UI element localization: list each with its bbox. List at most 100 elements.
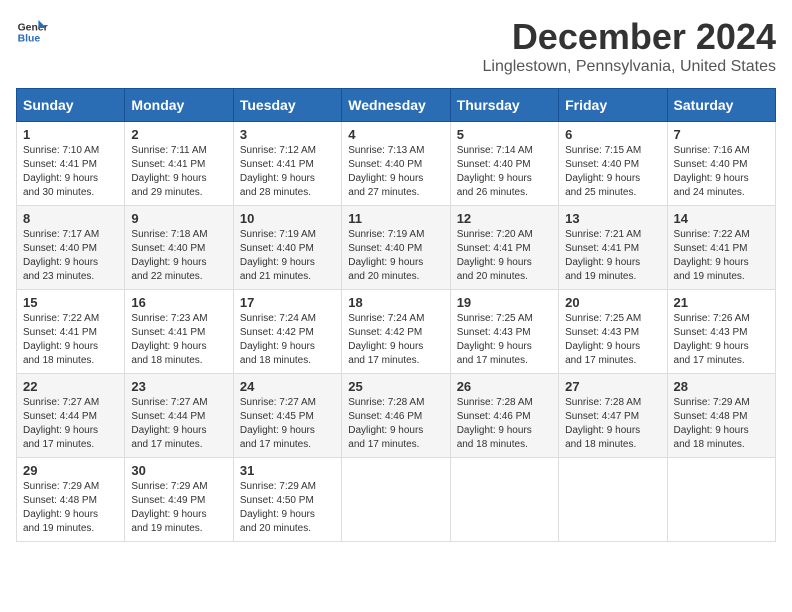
header-sunday: Sunday (17, 89, 125, 122)
day-info: Sunrise: 7:28 AMSunset: 4:46 PMDaylight:… (457, 396, 552, 452)
calendar-cell: 12 Sunrise: 7:20 AMSunset: 4:41 PMDayligh… (450, 206, 558, 290)
day-info: Sunrise: 7:24 AMSunset: 4:42 PMDaylight:… (348, 312, 443, 368)
day-info: Sunrise: 7:10 AMSunset: 4:41 PMDaylight:… (23, 144, 118, 200)
calendar-cell: 16 Sunrise: 7:23 AMSunset: 4:41 PMDayligh… (125, 290, 233, 374)
calendar-cell: 3Sunrise: 7:12 AMSunset: 4:41 PMDaylight… (233, 122, 341, 206)
day-info: Sunrise: 7:13 AMSunset: 4:40 PMDaylight:… (348, 144, 443, 200)
calendar-cell: 22 Sunrise: 7:27 AMSunset: 4:44 PMDayligh… (17, 374, 125, 458)
day-number: 25 (348, 379, 443, 394)
calendar-cell (450, 458, 558, 542)
day-info: Sunrise: 7:19 AMSunset: 4:40 PMDaylight:… (240, 228, 335, 284)
day-number: 9 (131, 211, 226, 226)
day-number: 19 (457, 295, 552, 310)
day-number: 31 (240, 463, 335, 478)
day-number: 3 (240, 127, 335, 142)
calendar-cell: 31 Sunrise: 7:29 AMSunset: 4:50 PMDayligh… (233, 458, 341, 542)
day-number: 4 (348, 127, 443, 142)
svg-text:Blue: Blue (18, 34, 41, 45)
day-number: 21 (674, 295, 769, 310)
day-number: 18 (348, 295, 443, 310)
day-number: 1 (23, 127, 118, 142)
day-number: 16 (131, 295, 226, 310)
day-info: Sunrise: 7:11 AMSunset: 4:41 PMDaylight:… (131, 144, 226, 200)
day-number: 28 (674, 379, 769, 394)
logo-icon: General Blue (16, 16, 48, 48)
day-info: Sunrise: 7:21 AMSunset: 4:41 PMDaylight:… (565, 228, 660, 284)
calendar-cell: 11 Sunrise: 7:19 AMSunset: 4:40 PMDayligh… (342, 206, 450, 290)
day-info: Sunrise: 7:28 AMSunset: 4:47 PMDaylight:… (565, 396, 660, 452)
page-header: General Blue December 2024 Linglestown, … (16, 16, 776, 76)
day-number: 10 (240, 211, 335, 226)
day-number: 13 (565, 211, 660, 226)
day-info: Sunrise: 7:25 AMSunset: 4:43 PMDaylight:… (457, 312, 552, 368)
day-number: 8 (23, 211, 118, 226)
calendar-cell: 25 Sunrise: 7:28 AMSunset: 4:46 PMDayligh… (342, 374, 450, 458)
day-number: 24 (240, 379, 335, 394)
day-info: Sunrise: 7:20 AMSunset: 4:41 PMDaylight:… (457, 228, 552, 284)
calendar-cell: 20 Sunrise: 7:25 AMSunset: 4:43 PMDayligh… (559, 290, 667, 374)
calendar-cell: 21 Sunrise: 7:26 AMSunset: 4:43 PMDayligh… (667, 290, 775, 374)
day-number: 17 (240, 295, 335, 310)
day-info: Sunrise: 7:27 AMSunset: 4:44 PMDaylight:… (23, 396, 118, 452)
day-number: 11 (348, 211, 443, 226)
day-info: Sunrise: 7:23 AMSunset: 4:41 PMDaylight:… (131, 312, 226, 368)
day-info: Sunrise: 7:19 AMSunset: 4:40 PMDaylight:… (348, 228, 443, 284)
title-section: December 2024 Linglestown, Pennsylvania,… (482, 16, 776, 76)
calendar-cell: 13 Sunrise: 7:21 AMSunset: 4:41 PMDayligh… (559, 206, 667, 290)
day-number: 6 (565, 127, 660, 142)
day-info: Sunrise: 7:26 AMSunset: 4:43 PMDaylight:… (674, 312, 769, 368)
calendar-cell (342, 458, 450, 542)
day-info: Sunrise: 7:22 AMSunset: 4:41 PMDaylight:… (674, 228, 769, 284)
calendar-cell: 17 Sunrise: 7:24 AMSunset: 4:42 PMDayligh… (233, 290, 341, 374)
day-number: 12 (457, 211, 552, 226)
logo: General Blue (16, 16, 48, 48)
day-number: 7 (674, 127, 769, 142)
day-number: 26 (457, 379, 552, 394)
month-title: December 2024 (482, 16, 776, 58)
calendar-cell: 29Sunrise: 7:29 AMSunset: 4:48 PMDayligh… (17, 458, 125, 542)
calendar-cell: 27 Sunrise: 7:28 AMSunset: 4:47 PMDayligh… (559, 374, 667, 458)
calendar-cell: 19 Sunrise: 7:25 AMSunset: 4:43 PMDayligh… (450, 290, 558, 374)
header-wednesday: Wednesday (342, 89, 450, 122)
day-number: 27 (565, 379, 660, 394)
calendar-cell: 5Sunrise: 7:14 AMSunset: 4:40 PMDaylight… (450, 122, 558, 206)
day-number: 20 (565, 295, 660, 310)
header-row: SundayMondayTuesdayWednesdayThursdayFrid… (17, 89, 776, 122)
header-monday: Monday (125, 89, 233, 122)
day-info: Sunrise: 7:16 AMSunset: 4:40 PMDaylight:… (674, 144, 769, 200)
calendar-cell: 9Sunrise: 7:18 AMSunset: 4:40 PMDaylight… (125, 206, 233, 290)
header-tuesday: Tuesday (233, 89, 341, 122)
day-info: Sunrise: 7:25 AMSunset: 4:43 PMDaylight:… (565, 312, 660, 368)
calendar-cell: 24 Sunrise: 7:27 AMSunset: 4:45 PMDayligh… (233, 374, 341, 458)
calendar-cell: 28 Sunrise: 7:29 AMSunset: 4:48 PMDayligh… (667, 374, 775, 458)
calendar-cell: 1 Sunrise: 7:10 AMSunset: 4:41 PMDaylight… (17, 122, 125, 206)
calendar-cell: 10 Sunrise: 7:19 AMSunset: 4:40 PMDayligh… (233, 206, 341, 290)
day-number: 23 (131, 379, 226, 394)
day-info: Sunrise: 7:29 AMSunset: 4:48 PMDaylight:… (23, 480, 118, 536)
header-saturday: Saturday (667, 89, 775, 122)
calendar-cell: 14Sunrise: 7:22 AMSunset: 4:41 PMDayligh… (667, 206, 775, 290)
calendar-cell (559, 458, 667, 542)
day-number: 30 (131, 463, 226, 478)
day-info: Sunrise: 7:29 AMSunset: 4:50 PMDaylight:… (240, 480, 335, 536)
day-info: Sunrise: 7:29 AMSunset: 4:49 PMDaylight:… (131, 480, 226, 536)
day-info: Sunrise: 7:27 AMSunset: 4:44 PMDaylight:… (131, 396, 226, 452)
day-info: Sunrise: 7:14 AMSunset: 4:40 PMDaylight:… (457, 144, 552, 200)
calendar-cell: 6Sunrise: 7:15 AMSunset: 4:40 PMDaylight… (559, 122, 667, 206)
location-title: Linglestown, Pennsylvania, United States (482, 58, 776, 76)
day-info: Sunrise: 7:24 AMSunset: 4:42 PMDaylight:… (240, 312, 335, 368)
day-info: Sunrise: 7:29 AMSunset: 4:48 PMDaylight:… (674, 396, 769, 452)
calendar-cell: 26 Sunrise: 7:28 AMSunset: 4:46 PMDayligh… (450, 374, 558, 458)
day-info: Sunrise: 7:27 AMSunset: 4:45 PMDaylight:… (240, 396, 335, 452)
day-info: Sunrise: 7:22 AMSunset: 4:41 PMDaylight:… (23, 312, 118, 368)
day-info: Sunrise: 7:28 AMSunset: 4:46 PMDaylight:… (348, 396, 443, 452)
calendar-cell (667, 458, 775, 542)
day-number: 22 (23, 379, 118, 394)
header-thursday: Thursday (450, 89, 558, 122)
calendar-cell: 2 Sunrise: 7:11 AMSunset: 4:41 PMDaylight… (125, 122, 233, 206)
calendar-cell: 18 Sunrise: 7:24 AMSunset: 4:42 PMDayligh… (342, 290, 450, 374)
day-number: 2 (131, 127, 226, 142)
day-info: Sunrise: 7:17 AMSunset: 4:40 PMDaylight:… (23, 228, 118, 284)
day-number: 15 (23, 295, 118, 310)
calendar-cell: 30 Sunrise: 7:29 AMSunset: 4:49 PMDayligh… (125, 458, 233, 542)
